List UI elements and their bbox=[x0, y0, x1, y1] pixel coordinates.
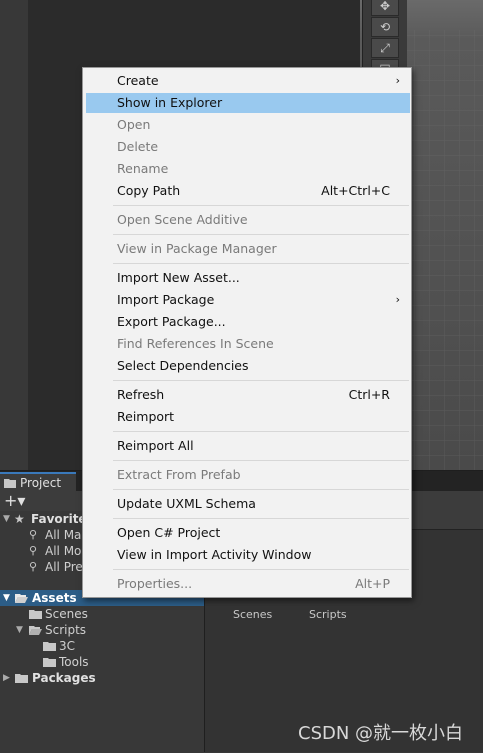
menu-item-reimport[interactable]: Reimport bbox=[86, 407, 410, 427]
menu-item-copy-path[interactable]: Copy Path Alt+Ctrl+C bbox=[86, 181, 410, 201]
scene-tools-toolbar: ✥ ⟲ ⤢ ▭ bbox=[362, 0, 407, 73]
search-icon: ⚲ bbox=[29, 560, 38, 573]
menu-item-label: Rename bbox=[117, 161, 169, 176]
scene-grid bbox=[400, 30, 483, 470]
menu-separator bbox=[113, 569, 409, 570]
menu-item-label: Import New Asset... bbox=[117, 270, 240, 285]
tree-item-label: Scenes bbox=[45, 607, 88, 621]
submenu-arrow-icon: › bbox=[395, 293, 400, 306]
menu-item-open-scene-additive[interactable]: Open Scene Additive bbox=[86, 210, 410, 230]
menu-item-extract-from-prefab[interactable]: Extract From Prefab bbox=[86, 465, 410, 485]
menu-item-select-dependencies[interactable]: Select Dependencies bbox=[86, 356, 410, 376]
folder-open-icon bbox=[15, 594, 28, 603]
tree-item-label: Tools bbox=[59, 655, 89, 669]
tree-item-label: All Mo bbox=[45, 544, 82, 558]
tree-item-3c[interactable]: 3C bbox=[0, 638, 204, 654]
tree-item-label: Scripts bbox=[45, 623, 87, 637]
menu-separator bbox=[113, 431, 409, 432]
menu-item-label: Open bbox=[117, 117, 151, 132]
menu-item-label: Extract From Prefab bbox=[117, 467, 241, 482]
menu-item-label: Open Scene Additive bbox=[117, 212, 248, 227]
menu-separator bbox=[113, 205, 409, 206]
tree-item-label: Assets bbox=[32, 591, 77, 605]
menu-item-export-package[interactable]: Export Package... bbox=[86, 312, 410, 332]
menu-item-label: Show in Explorer bbox=[117, 95, 223, 110]
folder-icon bbox=[43, 642, 56, 651]
tree-item-scenes[interactable]: Scenes bbox=[0, 606, 204, 622]
menu-item-properties[interactable]: Properties... Alt+P bbox=[86, 574, 410, 594]
menu-item-label: Import Package bbox=[117, 292, 215, 307]
menu-item-import-package[interactable]: Import Package › bbox=[86, 290, 410, 310]
menu-item-label: Delete bbox=[117, 139, 159, 154]
add-asset-button[interactable]: +▾ bbox=[4, 491, 25, 510]
grid-item-scripts[interactable]: Scripts bbox=[309, 608, 347, 621]
tree-item-label: 3C bbox=[59, 639, 76, 653]
menu-separator bbox=[113, 380, 409, 381]
tree-item-tools[interactable]: Tools bbox=[0, 654, 204, 670]
menu-separator bbox=[113, 234, 409, 235]
menu-item-create[interactable]: Create › bbox=[86, 71, 410, 91]
menu-separator bbox=[113, 263, 409, 264]
menu-item-view-in-import-activity[interactable]: View in Import Activity Window bbox=[86, 545, 410, 565]
menu-item-label: View in Import Activity Window bbox=[117, 547, 312, 562]
menu-separator bbox=[113, 518, 409, 519]
tree-item-packages[interactable]: ▶ Packages bbox=[0, 670, 204, 686]
search-icon: ⚲ bbox=[29, 544, 38, 557]
search-icon: ⚲ bbox=[29, 528, 38, 541]
tree-item-label: All Ma bbox=[45, 528, 82, 542]
folder-icon bbox=[29, 610, 42, 619]
menu-item-show-in-explorer[interactable]: Show in Explorer bbox=[86, 93, 410, 113]
folder-open-icon bbox=[29, 626, 42, 635]
tree-item-label: All Pre bbox=[45, 560, 83, 574]
folder-icon bbox=[4, 479, 16, 488]
menu-item-label: Copy Path bbox=[117, 183, 181, 198]
menu-item-label: Export Package... bbox=[117, 314, 226, 329]
context-menu: Create › Show in Explorer Open Delete Ren… bbox=[82, 67, 412, 598]
menu-item-label: Select Dependencies bbox=[117, 358, 249, 373]
menu-item-label: Reimport All bbox=[117, 438, 194, 453]
tree-item-label: Packages bbox=[32, 671, 96, 685]
hierarchy-panel-edge bbox=[0, 0, 28, 470]
watermark-text: CSDN @就一枚小白 bbox=[298, 723, 464, 744]
folder-icon bbox=[15, 674, 28, 683]
move-tool-icon[interactable]: ✥ bbox=[371, 0, 399, 16]
shortcut-label: Alt+Ctrl+C bbox=[321, 183, 390, 198]
menu-item-import-new-asset[interactable]: Import New Asset... bbox=[86, 268, 410, 288]
menu-item-delete[interactable]: Delete bbox=[86, 137, 410, 157]
menu-item-label: Update UXML Schema bbox=[117, 496, 256, 511]
shortcut-label: Alt+P bbox=[355, 576, 390, 591]
menu-item-refresh[interactable]: Refresh Ctrl+R bbox=[86, 385, 410, 405]
scale-tool-icon[interactable]: ⤢ bbox=[371, 38, 399, 58]
shortcut-label: Ctrl+R bbox=[348, 387, 390, 402]
menu-item-label: Create bbox=[117, 73, 159, 88]
menu-item-view-in-package-manager[interactable]: View in Package Manager bbox=[86, 239, 410, 259]
rotate-tool-icon[interactable]: ⟲ bbox=[371, 17, 399, 37]
star-icon: ★ bbox=[14, 512, 25, 526]
fold-arrow-icon[interactable]: ▼ bbox=[16, 622, 24, 638]
menu-item-rename[interactable]: Rename bbox=[86, 159, 410, 179]
tree-item-scripts[interactable]: ▼ Scripts bbox=[0, 622, 204, 638]
folder-icon bbox=[43, 658, 56, 667]
menu-item-open-csharp-project[interactable]: Open C# Project bbox=[86, 523, 410, 543]
menu-item-label: Reimport bbox=[117, 409, 175, 424]
menu-item-label: Open C# Project bbox=[117, 525, 221, 540]
fold-arrow-icon[interactable]: ▼ bbox=[3, 511, 11, 527]
tab-project-label: Project bbox=[20, 476, 62, 490]
fold-arrow-icon[interactable]: ▼ bbox=[3, 590, 11, 606]
menu-item-label: Properties... bbox=[117, 576, 193, 591]
menu-separator bbox=[113, 460, 409, 461]
menu-item-find-references[interactable]: Find References In Scene bbox=[86, 334, 410, 354]
fold-arrow-icon[interactable]: ▶ bbox=[3, 670, 11, 686]
grid-item-scenes[interactable]: Scenes bbox=[233, 608, 272, 621]
submenu-arrow-icon: › bbox=[395, 74, 400, 87]
menu-item-label: View in Package Manager bbox=[117, 241, 277, 256]
menu-item-label: Refresh bbox=[117, 387, 165, 402]
menu-item-open[interactable]: Open bbox=[86, 115, 410, 135]
menu-item-label: Find References In Scene bbox=[117, 336, 274, 351]
menu-separator bbox=[113, 489, 409, 490]
menu-item-reimport-all[interactable]: Reimport All bbox=[86, 436, 410, 456]
menu-item-update-uxml-schema[interactable]: Update UXML Schema bbox=[86, 494, 410, 514]
